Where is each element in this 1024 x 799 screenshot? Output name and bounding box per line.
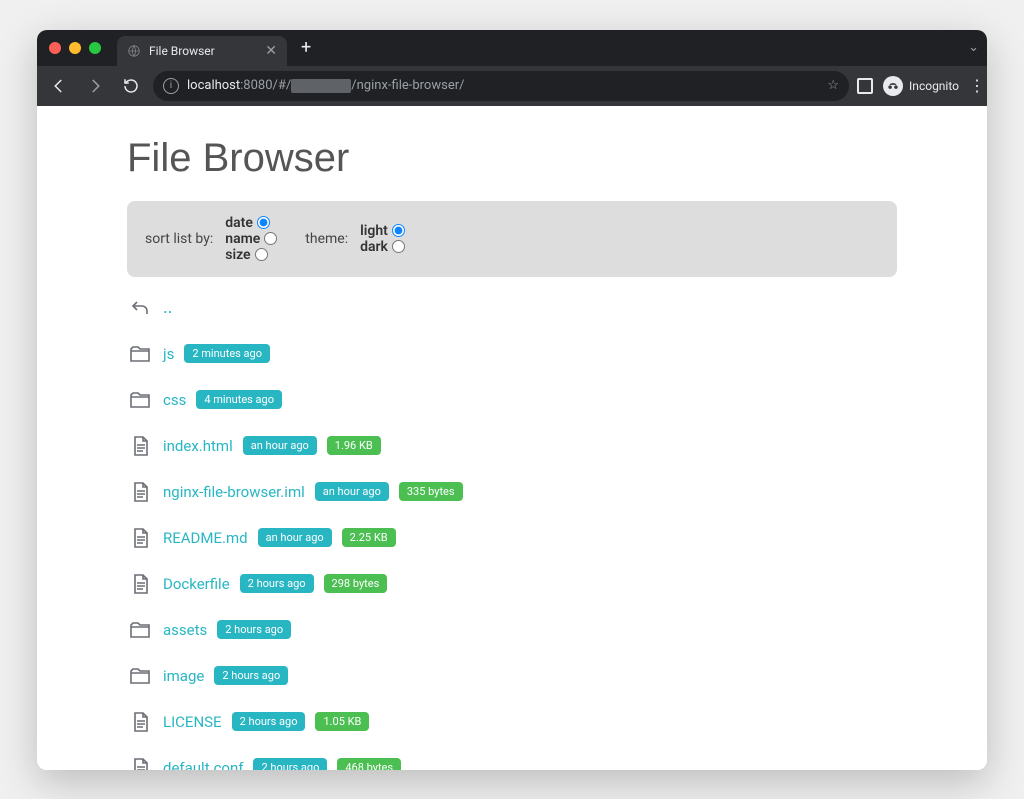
theme-group: theme: light dark	[305, 223, 405, 255]
forward-button[interactable]	[81, 72, 109, 100]
list-item[interactable]: default.conf 2 hours ago 468 bytes	[127, 745, 897, 770]
sort-option-size[interactable]: size	[225, 247, 277, 263]
theme-option-label: dark	[360, 239, 388, 255]
file-icon	[127, 755, 153, 770]
folder-icon	[127, 617, 153, 643]
parent-dir-label: ..	[163, 297, 173, 318]
address-bar[interactable]: i localhost:8080/#//nginx-file-browser/ …	[153, 71, 849, 101]
item-name[interactable]: nginx-file-browser.iml	[163, 483, 305, 501]
list-item[interactable]: js 2 minutes ago	[127, 331, 897, 377]
theme-label: theme:	[305, 231, 348, 247]
browser-window: File Browser ✕ + ⌄ i localhost:8080/#//n…	[37, 30, 987, 770]
item-name[interactable]: image	[163, 667, 204, 685]
item-name[interactable]: js	[163, 345, 174, 363]
close-window-button[interactable]	[49, 42, 61, 54]
sort-group: sort list by: date name size	[145, 215, 277, 263]
reload-button[interactable]	[117, 72, 145, 100]
browser-toolbar: i localhost:8080/#//nginx-file-browser/ …	[37, 66, 987, 106]
minimize-window-button[interactable]	[69, 42, 81, 54]
bookmark-star-icon[interactable]: ☆	[827, 78, 839, 93]
url-text: localhost:8080/#//nginx-file-browser/	[187, 78, 464, 93]
item-name[interactable]: Dockerfile	[163, 575, 230, 593]
item-time-badge: 2 hours ago	[214, 666, 288, 685]
theme-option-light[interactable]: light	[360, 223, 405, 239]
close-tab-button[interactable]: ✕	[265, 44, 277, 58]
globe-icon	[127, 44, 141, 58]
item-size-badge: 468 bytes	[337, 758, 401, 770]
sort-option-radio[interactable]	[264, 232, 277, 245]
item-time-badge: an hour ago	[243, 436, 317, 455]
menu-button[interactable]: ⋮	[969, 76, 979, 95]
back-arrow-icon	[127, 295, 153, 321]
file-list: .. js 2 minutes ago css 4 minutes ago index.…	[127, 285, 897, 770]
item-name[interactable]: css	[163, 391, 186, 409]
item-name[interactable]: index.html	[163, 437, 233, 455]
sort-option-label: date	[225, 215, 253, 231]
sort-option-name[interactable]: name	[225, 231, 277, 247]
incognito-indicator[interactable]: Incognito	[883, 76, 959, 96]
incognito-label: Incognito	[909, 79, 959, 93]
file-icon	[127, 709, 153, 735]
item-name[interactable]: README.md	[163, 529, 248, 547]
extensions-button[interactable]	[857, 78, 873, 94]
page-title: File Browser	[127, 136, 897, 181]
list-item[interactable]: nginx-file-browser.iml an hour ago 335 byt…	[127, 469, 897, 515]
file-icon	[127, 525, 153, 551]
item-time-badge: 4 minutes ago	[196, 390, 282, 409]
sort-option-radio[interactable]	[255, 248, 268, 261]
item-size-badge: 1.05 KB	[315, 712, 369, 731]
sort-option-radio[interactable]	[257, 216, 270, 229]
theme-option-dark[interactable]: dark	[360, 239, 405, 255]
list-item[interactable]: index.html an hour ago 1.96 KB	[127, 423, 897, 469]
tabs-overflow-button[interactable]: ⌄	[968, 40, 979, 55]
parent-dir-row[interactable]: ..	[127, 285, 897, 331]
list-item[interactable]: assets 2 hours ago	[127, 607, 897, 653]
file-icon	[127, 433, 153, 459]
browser-tab[interactable]: File Browser ✕	[117, 36, 287, 66]
folder-icon	[127, 387, 153, 413]
item-time-badge: 2 hours ago	[217, 620, 291, 639]
sort-option-date[interactable]: date	[225, 215, 277, 231]
new-tab-button[interactable]: +	[301, 37, 311, 58]
sort-option-label: size	[225, 247, 250, 263]
item-name[interactable]: assets	[163, 621, 207, 639]
item-time-badge: 2 hours ago	[240, 574, 314, 593]
maximize-window-button[interactable]	[89, 42, 101, 54]
sort-label: sort list by:	[145, 231, 213, 247]
list-item[interactable]: css 4 minutes ago	[127, 377, 897, 423]
theme-option-label: light	[360, 223, 388, 239]
controls-bar: sort list by: date name size theme: ligh…	[127, 201, 897, 277]
item-time-badge: 2 hours ago	[232, 712, 306, 731]
theme-option-radio[interactable]	[392, 224, 405, 237]
item-size-badge: 298 bytes	[324, 574, 388, 593]
file-icon	[127, 479, 153, 505]
item-size-badge: 335 bytes	[399, 482, 463, 501]
list-item[interactable]: LICENSE 2 hours ago 1.05 KB	[127, 699, 897, 745]
item-time-badge: 2 minutes ago	[184, 344, 270, 363]
folder-icon	[127, 663, 153, 689]
tab-title: File Browser	[149, 44, 215, 58]
item-name[interactable]: LICENSE	[163, 713, 222, 731]
title-bar: File Browser ✕ + ⌄	[37, 30, 987, 66]
folder-icon	[127, 341, 153, 367]
window-controls	[49, 42, 101, 54]
url-redacted-segment	[291, 79, 351, 93]
item-time-badge: 2 hours ago	[253, 758, 327, 770]
list-item[interactable]: Dockerfile 2 hours ago 298 bytes	[127, 561, 897, 607]
item-size-badge: 2.25 KB	[342, 528, 396, 547]
item-time-badge: an hour ago	[315, 482, 389, 501]
back-button[interactable]	[45, 72, 73, 100]
item-time-badge: an hour ago	[258, 528, 332, 547]
theme-option-radio[interactable]	[392, 240, 405, 253]
incognito-icon	[883, 76, 903, 96]
file-icon	[127, 571, 153, 597]
page-content: File Browser sort list by: date name siz…	[37, 106, 987, 770]
list-item[interactable]: README.md an hour ago 2.25 KB	[127, 515, 897, 561]
item-name[interactable]: default.conf	[163, 759, 243, 770]
list-item[interactable]: image 2 hours ago	[127, 653, 897, 699]
site-info-icon[interactable]: i	[163, 78, 179, 94]
item-size-badge: 1.96 KB	[327, 436, 381, 455]
sort-option-label: name	[225, 231, 260, 247]
